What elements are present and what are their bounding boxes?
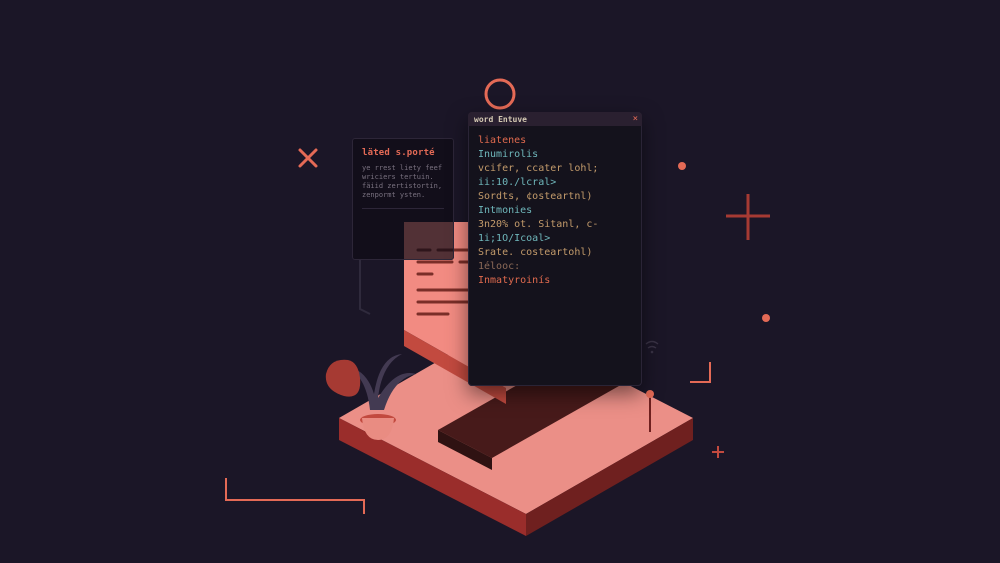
wifi-icon	[646, 342, 658, 354]
code-line: vcifer, ccater lohl;	[478, 162, 632, 176]
close-icon[interactable]: ×	[633, 115, 638, 123]
terminal-window: word Entuve × liatenes Inumirolis vcifer…	[468, 112, 642, 386]
code-line: ii:10./lcral>	[478, 176, 632, 190]
dot-icon	[762, 314, 770, 322]
terminal-titlebar: word Entuve ×	[468, 112, 642, 126]
info-panel: läted s.porté ye rrest liety feef wricie…	[352, 138, 454, 260]
info-panel-title: läted s.porté	[362, 148, 444, 158]
plus-icon	[712, 446, 724, 458]
bracket-icon	[690, 362, 710, 382]
panel-connector	[360, 260, 370, 314]
terminal-title: word Entuve	[474, 115, 527, 124]
illustration-stage: läted s.porté ye rrest liety feef wricie…	[0, 0, 1000, 563]
plus-icon	[726, 194, 770, 240]
code-line: Srate. costeartohl)	[478, 246, 632, 260]
code-line: Intmonies	[478, 204, 632, 218]
connector-line	[226, 478, 364, 514]
circle-outline-icon	[486, 80, 514, 108]
info-panel-body: ye rrest liety feef wriciers tertuin. fä…	[362, 164, 444, 200]
divider	[362, 208, 444, 209]
code-line: Inumirolis	[478, 148, 632, 162]
dot-icon	[678, 162, 686, 170]
code-line: Inmatyroinís	[478, 274, 632, 288]
x-icon	[300, 150, 316, 166]
code-line: Sordts, ¢osteartnl)	[478, 190, 632, 204]
code-line: 1élooc:	[478, 260, 632, 274]
code-line: 3n20% ot. Sitanl, c-	[478, 218, 632, 232]
terminal-body: liatenes Inumirolis vcifer, ccater lohl;…	[468, 126, 642, 296]
code-line: 1i;1O/Icoal>	[478, 232, 632, 246]
code-line: liatenes	[478, 134, 632, 148]
